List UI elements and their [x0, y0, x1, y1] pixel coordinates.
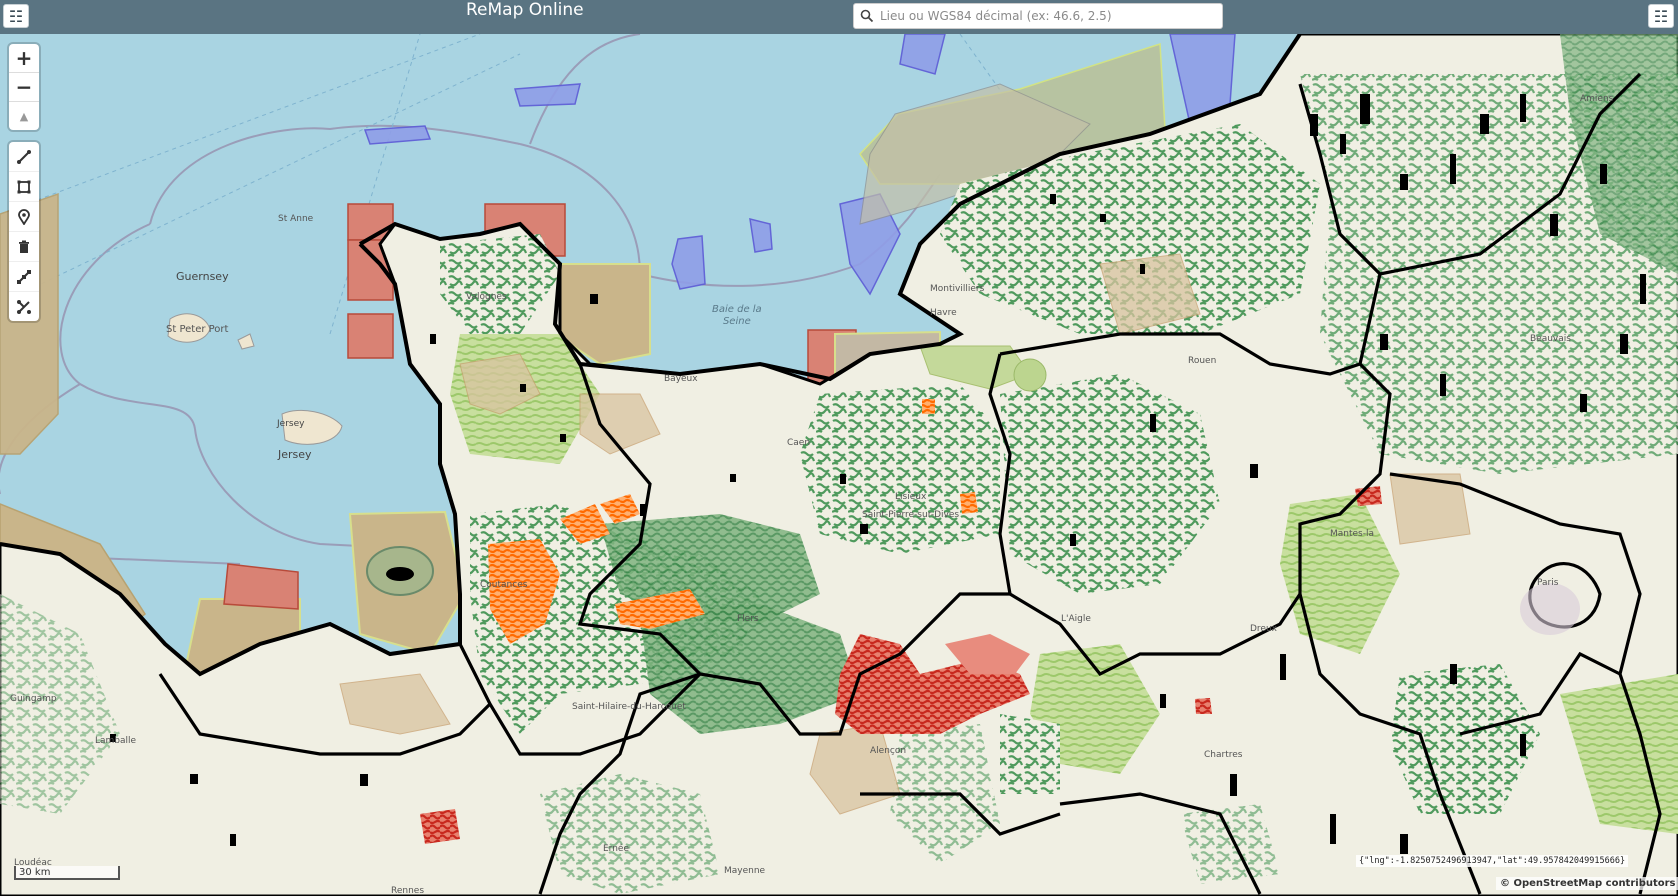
label-flers: Flers [737, 614, 759, 624]
polygon-icon [17, 180, 31, 193]
map-attribution[interactable]: © OpenStreetMap contributors [1496, 877, 1678, 890]
marker-icon [18, 208, 30, 225]
bay-line-1: Baie de la [712, 304, 762, 315]
label-mantes: Mantes-la [1330, 529, 1375, 539]
zoom-control: + − ▲ [9, 44, 39, 130]
label-st-anne: St Anne [278, 214, 314, 224]
delete-button[interactable] [9, 232, 39, 262]
zoom-out-button[interactable]: − [9, 73, 39, 102]
label-amiens: Amiens [1580, 94, 1614, 104]
split-button[interactable] [9, 292, 39, 321]
draw-marker-button[interactable] [9, 202, 39, 232]
label-rouen: Rouen [1188, 356, 1217, 366]
label-st-peter-port: St Peter Port [166, 324, 229, 335]
estuary-wetland [1013, 358, 1047, 392]
cursor-coordinates: {"lng":-1.8250752496913947,"lat":49.9578… [1356, 855, 1629, 867]
label-coutances: Coutances [480, 580, 528, 590]
edit-vertices-icon [17, 269, 31, 284]
bay-line-2: Seine [722, 316, 751, 327]
label-guingamp: Guingamp [10, 694, 57, 704]
top-bar: ☷ ReMap Online ☷ [0, 0, 1678, 34]
marine-zone-red-south [223, 563, 299, 610]
search-box[interactable] [853, 3, 1223, 29]
app-title: ReMap Online [466, 0, 584, 20]
label-beauvais: Beauvais [1530, 334, 1571, 344]
label-mayenne: Mayenne [724, 866, 766, 876]
menu-icon: ☷ [8, 6, 24, 26]
reset-north-button[interactable]: ▲ [9, 102, 39, 130]
paris-urban-area [1520, 583, 1580, 635]
layers-menu-icon: ☷ [1653, 6, 1669, 26]
label-havre: Havre [930, 308, 957, 318]
search-input[interactable] [880, 5, 1210, 27]
map-svg [0, 34, 1678, 896]
label-montivilliers: Montivilliers [930, 284, 985, 294]
label-jersey: Jersey [278, 448, 312, 461]
map-canvas[interactable]: Guernsey St Peter Port Jersey Jersey St … [0, 34, 1678, 896]
label-saint-hilaire: Saint-Hilaire-du-Harcouet [572, 702, 686, 712]
label-rennes: Rennes [391, 886, 425, 896]
label-chartres: Chartres [1204, 750, 1243, 760]
scale-bar: 30 km [14, 866, 120, 880]
label-valognes: Valognes [466, 292, 507, 302]
search-icon [854, 3, 880, 29]
label-jersey-island: Jersey [277, 419, 305, 429]
draw-line-button[interactable] [9, 142, 39, 172]
label-laigle: L'Aigle [1061, 614, 1091, 624]
draw-polygon-button[interactable] [9, 172, 39, 202]
right-menu-button[interactable]: ☷ [1648, 4, 1674, 28]
label-guernsey: Guernsey [176, 270, 229, 283]
zoom-in-button[interactable]: + [9, 44, 39, 73]
label-bayeux: Bayeux [664, 374, 698, 384]
polyline-icon [17, 149, 31, 164]
label-caen: Caen [787, 438, 811, 448]
compass-icon: ▲ [19, 109, 29, 123]
label-dreux: Dreux [1250, 624, 1277, 634]
label-lisieux: Lisieux [895, 492, 927, 502]
left-menu-button[interactable]: ☷ [3, 4, 29, 28]
label-alencon: Alençon [870, 746, 907, 756]
trash-icon [19, 240, 29, 253]
label-paris: Paris [1537, 578, 1559, 588]
scissors-icon [17, 299, 31, 314]
chausey-core [386, 567, 414, 581]
label-lamballe: Lamballe [95, 736, 137, 746]
edit-vertices-button[interactable] [9, 262, 39, 292]
label-saint-pierre: Saint-Pierre-sur-Dives [862, 510, 960, 520]
label-ernee: Ernée [603, 844, 630, 854]
draw-toolbar [9, 142, 39, 321]
label-baie-de-seine: Baie de la Seine [712, 304, 762, 328]
